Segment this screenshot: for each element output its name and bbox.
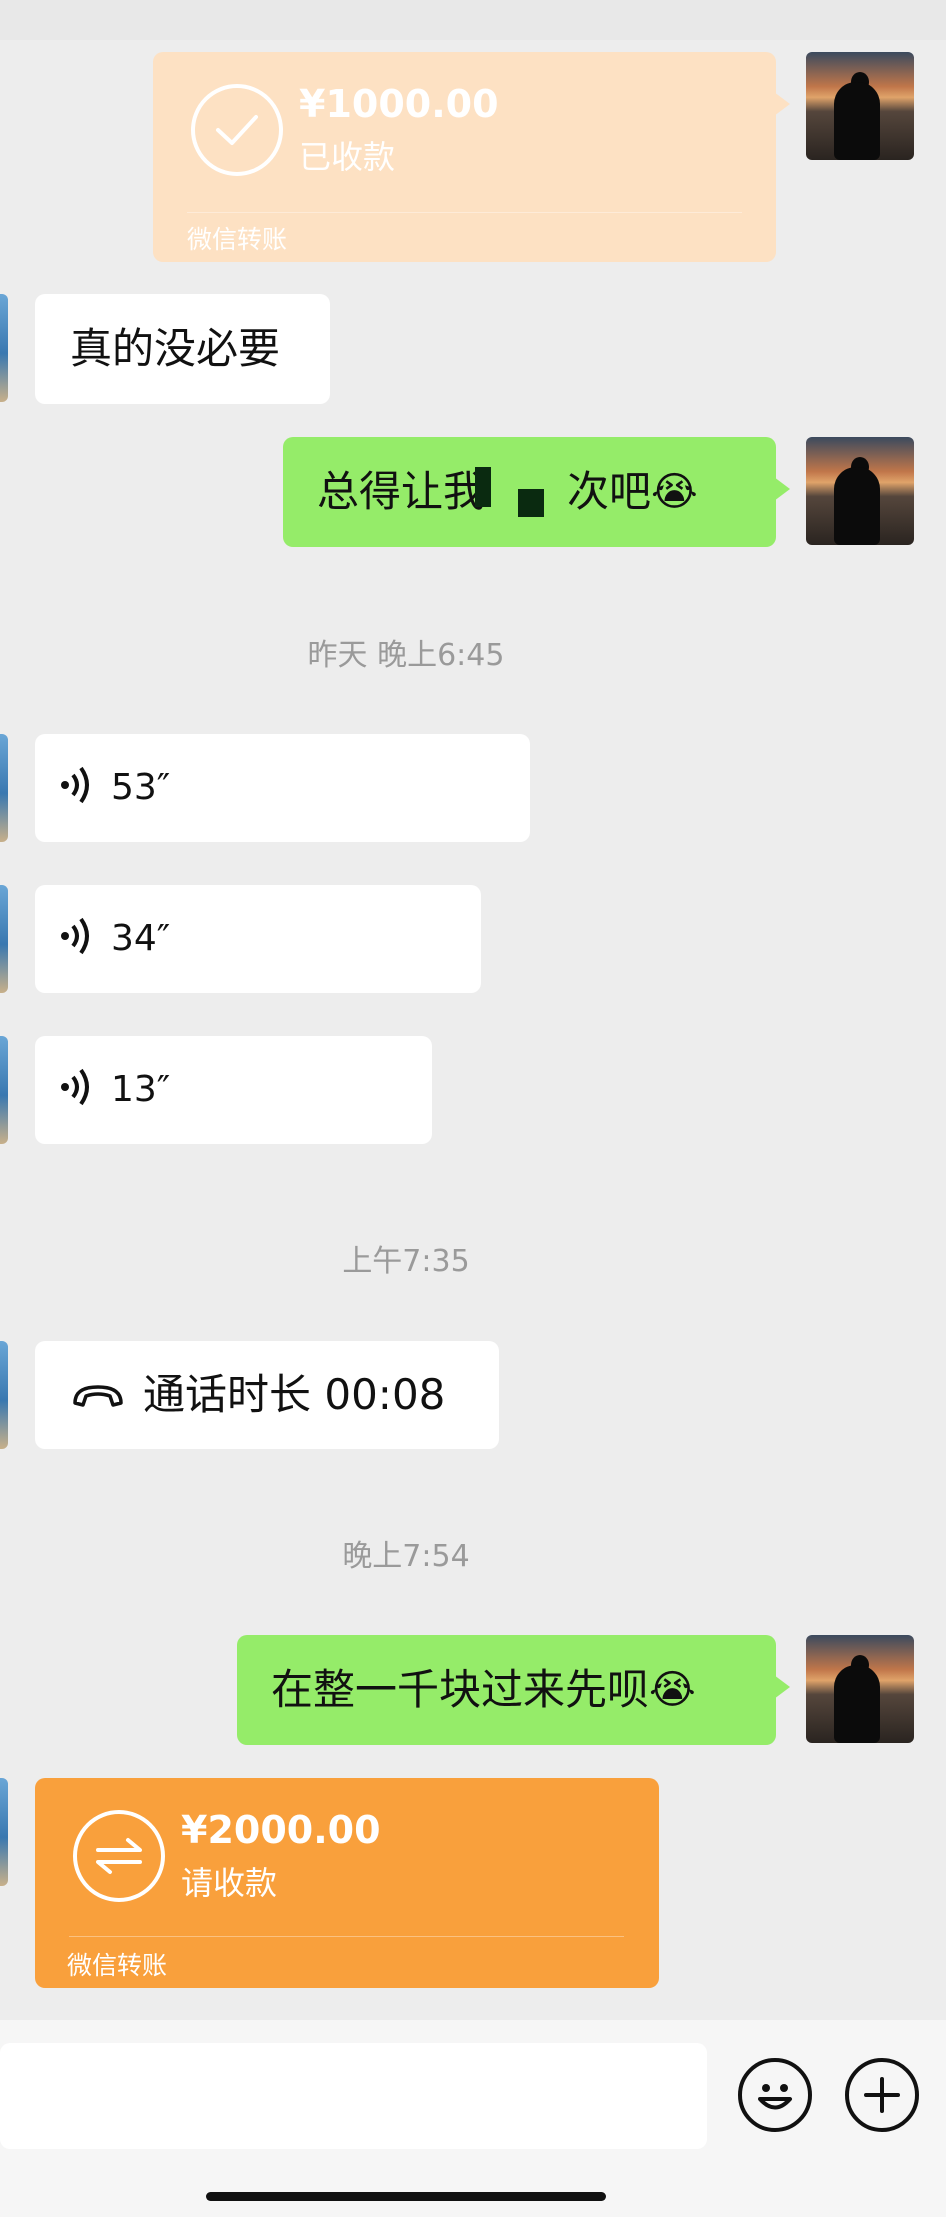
transfer-card-pending[interactable]: ¥2000.00 请收款 微信转账 (35, 1778, 659, 1988)
message-text: 真的没必要 (70, 324, 281, 373)
crying-laughing-emoji: 😭 (649, 1667, 696, 1713)
emoji-button[interactable] (738, 2058, 812, 2132)
avatar-self[interactable] (806, 1635, 914, 1743)
transfer-amount: ¥2000.00 (181, 1808, 381, 1852)
plus-icon (864, 2077, 900, 2113)
voice-wave-icon (59, 916, 93, 963)
crying-laughing-emoji: 😭 (651, 469, 698, 515)
transfer-divider (69, 1936, 624, 1937)
transfer-card-received[interactable]: ¥1000.00 已收款 微信转账 (153, 52, 790, 262)
message-text: 总得让我 (317, 467, 486, 516)
voice-duration: 53″ (111, 767, 171, 808)
phone-hangup-icon (71, 1374, 125, 1416)
check-circle-icon (191, 84, 283, 176)
avatar-peer[interactable] (0, 1036, 8, 1144)
voice-wave-icon (59, 1067, 93, 1114)
voice-message-bubble[interactable]: 13″ (35, 1036, 432, 1144)
timestamp: 晚上7:54 (342, 1539, 470, 1574)
transfer-footer: 微信转账 (67, 1951, 168, 1980)
transfer-amount: ¥1000.00 (299, 82, 499, 126)
transfer-divider (187, 212, 742, 213)
message-bubble-self[interactable]: 总得让我 次吧 😭 (283, 437, 790, 547)
voice-duration: 13″ (111, 1069, 171, 1110)
transfer-status: 请收款 (181, 1864, 278, 1902)
transfer-tail (774, 92, 790, 116)
message-bubble-self[interactable]: 在整一千块过来先呗 😭 (237, 1635, 790, 1745)
voice-message-bubble[interactable]: 34″ (35, 885, 481, 993)
avatar-peer[interactable] (0, 294, 8, 402)
voice-message-bubble[interactable]: 53″ (35, 734, 530, 842)
call-duration-text: 通话时长 00:08 (143, 1370, 446, 1419)
transfer-footer: 微信转账 (187, 225, 288, 254)
avatar-peer[interactable] (0, 734, 8, 842)
timestamp: 上午7:35 (342, 1244, 470, 1279)
redacted-text (475, 467, 567, 517)
avatar-peer[interactable] (0, 1341, 8, 1449)
smiley-icon (758, 2084, 792, 2110)
avatar-peer[interactable] (0, 1778, 8, 1886)
avatar-self[interactable] (806, 437, 914, 545)
voice-wave-icon (59, 765, 93, 812)
transfer-arrows-icon (73, 1810, 165, 1902)
voice-duration: 34″ (111, 918, 171, 959)
call-record-bubble[interactable]: 通话时长 00:08 (35, 1341, 499, 1449)
message-text: 在整一千块过来先呗 (271, 1665, 650, 1714)
message-input[interactable] (0, 2043, 707, 2149)
message-text: 次吧 (567, 467, 652, 516)
timestamp: 昨天 晚上6:45 (307, 638, 505, 673)
more-button[interactable] (845, 2058, 919, 2132)
message-bubble-peer[interactable]: 真的没必要 (35, 294, 330, 404)
avatar-self[interactable] (806, 52, 914, 160)
home-indicator[interactable] (206, 2192, 606, 2201)
top-edge (0, 0, 946, 40)
avatar-peer[interactable] (0, 885, 8, 993)
transfer-status: 已收款 (299, 138, 396, 176)
